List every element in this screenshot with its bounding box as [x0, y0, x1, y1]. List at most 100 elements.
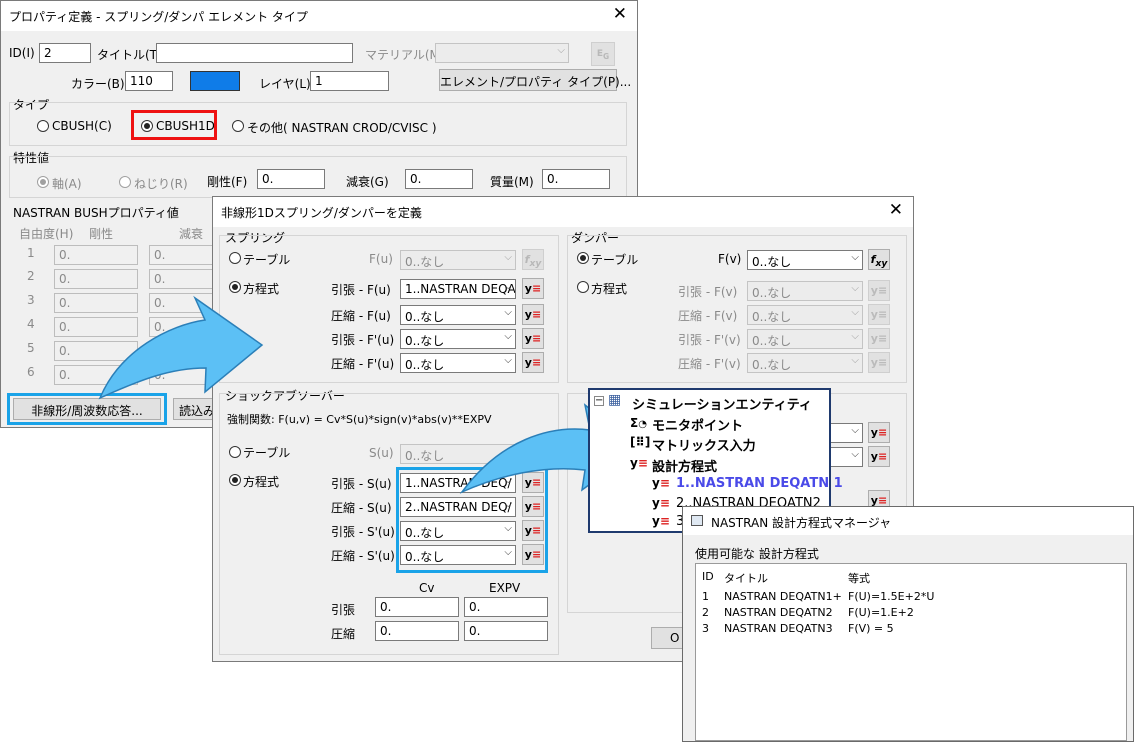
expv-comp-field[interactable]: 0.	[464, 621, 548, 641]
spring-comp-deriv-select[interactable]: 0..なし ⌵	[400, 353, 516, 373]
shock-equation-radio[interactable]	[229, 474, 241, 486]
equation-row-id[interactable]: 1	[702, 590, 709, 603]
chevron-down-icon: ⌵	[557, 45, 565, 56]
simulation-entity-icon: ▦	[608, 392, 622, 408]
mass-field[interactable]: 0.	[542, 169, 610, 189]
shock-table-radio[interactable]	[229, 446, 241, 458]
tree-child-equation[interactable]: 1..NASTRAN DEQATN 1	[676, 476, 843, 491]
equation-icon[interactable]: y≡	[868, 352, 890, 373]
fxy-function-icon[interactable]: fxy	[522, 249, 544, 270]
axis-radio[interactable]	[37, 176, 49, 188]
damper-comp-select[interactable]: 0..なし ⌵	[747, 305, 863, 325]
equation-row-id[interactable]: 2	[702, 606, 709, 619]
equation-icon[interactable]: y≡	[522, 304, 544, 325]
bush-damping-field[interactable]: 0.	[149, 341, 215, 361]
torsion-radio[interactable]	[119, 176, 131, 188]
equation-row-eq[interactable]: F(U)=1.E+2	[848, 606, 914, 619]
damper-comp-deriv-select[interactable]: 0..なし ⌵	[747, 353, 863, 373]
equation-row-eq[interactable]: F(V) = 5	[848, 622, 894, 635]
cv-comp-field[interactable]: 0.	[375, 621, 459, 641]
stiffness-field[interactable]: 0.	[257, 169, 325, 189]
equation-row-eq[interactable]: F(U)=1.5E+2*U	[848, 590, 934, 603]
equation-icon[interactable]: y≡	[522, 328, 544, 349]
cv-tension-field[interactable]: 0.	[375, 597, 459, 617]
spring-tension-deriv-select[interactable]: 0..なし ⌵	[400, 329, 516, 349]
material-select[interactable]: ⌵	[435, 43, 569, 63]
tree-root[interactable]: シミュレーションエンティティ	[632, 394, 812, 413]
equation-row-title[interactable]: NASTRAN DEQATN3	[724, 622, 833, 635]
equation-row-id[interactable]: 3	[702, 622, 709, 635]
expv-column-label: EXPV	[489, 581, 521, 595]
shock-table-select[interactable]: 0..なし ⌵	[400, 444, 516, 464]
bush-stiffness-field[interactable]: 0.	[54, 317, 138, 337]
bush-damping-field[interactable]: 0.	[149, 269, 215, 289]
tree-item-design-equation[interactable]: 設計方程式	[652, 456, 717, 475]
shock-tension-label: 引張 - S(u)	[331, 477, 392, 491]
damper-table-radio[interactable]	[577, 252, 589, 264]
element-type-button[interactable]: エレメント/プロパティ タイプ(P)...	[439, 69, 631, 91]
bush-damping-field[interactable]: 0.	[149, 293, 215, 313]
column-header-id[interactable]: ID	[702, 570, 714, 583]
bush-damping-field[interactable]: 0.	[149, 245, 215, 265]
matrix-input-icon: [⠿]	[630, 435, 651, 449]
bush-stiffness-field[interactable]: 0.	[54, 245, 138, 265]
fxy-function-icon[interactable]: fxy	[868, 249, 890, 270]
close-icon[interactable]: ✕	[889, 200, 903, 220]
equation-row-title[interactable]: NASTRAN DEQATN2	[724, 606, 833, 619]
bush-stiffness-field[interactable]: 0.	[54, 293, 138, 313]
collapse-icon[interactable]: −	[594, 396, 604, 406]
color-swatch[interactable]	[190, 71, 240, 91]
damper-tension-deriv-label: 引張 - F'(v)	[678, 333, 741, 347]
bush-stiffness-field[interactable]: 0.	[54, 341, 138, 361]
damper-table-select[interactable]: 0..なし ⌵	[747, 250, 863, 270]
other-type-radio[interactable]	[232, 120, 244, 132]
dof-row-number: 4	[27, 317, 35, 331]
layer-field[interactable]: 1	[310, 71, 389, 91]
damper-equation-radio[interactable]	[577, 281, 589, 293]
equation-icon[interactable]: y≡	[868, 304, 890, 325]
tree-item-matrix-input[interactable]: マトリックス入力	[652, 435, 756, 454]
bush-damping-field[interactable]: 0.	[149, 365, 215, 385]
spring-tension-select[interactable]: 1..NASTRAN DEQA ⌵	[400, 279, 516, 299]
other-type-label: その他( NASTRAN CROD/CVISC )	[247, 121, 437, 135]
expv-tension-field[interactable]: 0.	[464, 597, 548, 617]
cbush-radio[interactable]	[37, 120, 49, 132]
spring-tension-label: 引張 - F(u)	[331, 283, 391, 297]
spring-table-select[interactable]: 0..なし ⌵	[400, 250, 516, 270]
bush-stiffness-field[interactable]: 0.	[54, 365, 138, 385]
equation-icon[interactable]: y≡	[868, 280, 890, 301]
design-equation-icon: y≡	[652, 496, 670, 510]
dof-row-number: 2	[27, 269, 35, 283]
bush-damping-field[interactable]: 0.	[149, 317, 215, 337]
damper-tension-select[interactable]: 0..なし ⌵	[747, 281, 863, 301]
equation-icon[interactable]: y≡	[868, 446, 890, 467]
material-editor-icon[interactable]: EG	[591, 42, 615, 66]
dof-row-number: 3	[27, 293, 35, 307]
title-field[interactable]	[156, 43, 353, 63]
spring-comp-deriv-label: 圧縮 - F'(u)	[331, 357, 395, 371]
equation-row-title[interactable]: NASTRAN DEQATN1+	[724, 590, 842, 603]
column-header-equation[interactable]: 等式	[848, 570, 870, 586]
damper-comp-deriv-label: 圧縮 - F'(v)	[678, 357, 741, 371]
equation-list[interactable]: ID タイトル 等式 1 NASTRAN DEQATN1+ F(U)=1.5E+…	[695, 563, 1127, 741]
column-header-title[interactable]: タイトル	[724, 570, 768, 586]
bush-stiffness-field[interactable]: 0.	[54, 269, 138, 289]
tree-item-monitor-point[interactable]: モニタポイント	[652, 415, 743, 434]
spring-table-radio[interactable]	[229, 252, 241, 264]
spring-comp-select[interactable]: 0..なし ⌵	[400, 305, 516, 325]
close-icon[interactable]: ✕	[613, 4, 627, 24]
bush-group-label: NASTRAN BUSHプロパティ値	[13, 206, 179, 220]
color-field[interactable]: 110	[125, 71, 173, 91]
equation-icon[interactable]: y≡	[868, 422, 890, 443]
spring-table-label: テーブル	[243, 253, 291, 267]
damping-field[interactable]: 0.	[405, 169, 473, 189]
spring-equation-radio[interactable]	[229, 281, 241, 293]
shock-comp-row-label: 圧縮	[331, 627, 356, 641]
id-field[interactable]: 2	[39, 43, 91, 63]
equation-icon[interactable]: y≡	[868, 328, 890, 349]
damper-tension-deriv-select[interactable]: 0..なし ⌵	[747, 329, 863, 349]
equation-icon[interactable]: y≡	[522, 278, 544, 299]
stiffness-label: 剛性(F)	[207, 175, 248, 189]
design-equation-icon: y≡	[652, 514, 670, 528]
equation-icon[interactable]: y≡	[522, 352, 544, 373]
